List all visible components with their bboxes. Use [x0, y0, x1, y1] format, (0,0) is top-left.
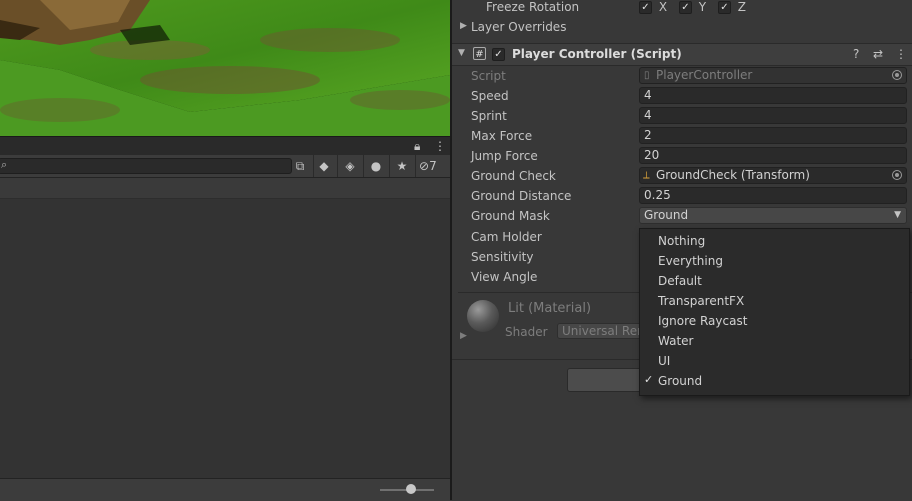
layer-mask-dropdown-menu: Nothing Everything Default TransparentFX…: [639, 228, 910, 396]
field-value: GroundCheck (Transform): [656, 168, 810, 182]
scene-view[interactable]: [0, 0, 450, 136]
dropdown-option-transparentfx[interactable]: TransparentFX: [640, 291, 909, 311]
object-picker-icon: [892, 70, 902, 80]
field-label: Script: [471, 69, 506, 83]
field-row-sprint: Sprint 4: [452, 106, 912, 126]
filter-by-label-icon[interactable]: ◈: [341, 158, 359, 174]
field-value: Ground: [644, 208, 689, 222]
ground-mask-dropdown[interactable]: Ground ▼: [639, 207, 907, 224]
component-header[interactable]: ▼ # ✓ Player Controller (Script) ? ⇄ ⋮: [452, 43, 912, 66]
freeze-rotation-row: Freeze Rotation ✓ X ✓ Y ✓ Z: [452, 0, 912, 17]
field-row-ground-distance: Ground Distance 0.25: [452, 186, 912, 206]
field-label: Jump Force: [471, 149, 538, 163]
option-label: Ignore Raycast: [658, 314, 748, 328]
field-label: Ground Distance: [471, 189, 572, 203]
option-label: Default: [658, 274, 702, 288]
project-window-header: 🔒︎ ⋮: [0, 136, 450, 156]
field-label: Cam Holder: [471, 230, 542, 244]
presets-icon[interactable]: ⇄: [873, 47, 883, 61]
search-icon: ⌕: [1, 158, 8, 171]
project-footer: [0, 478, 450, 501]
component-title: Player Controller (Script): [512, 47, 682, 61]
chevron-down-icon: ▼: [894, 210, 901, 220]
foldout-arrow-icon[interactable]: ▶: [460, 331, 467, 341]
ground-distance-input[interactable]: 0.25: [639, 187, 907, 204]
dropdown-option-nothing[interactable]: Nothing: [640, 231, 909, 251]
project-assets-area[interactable]: [0, 199, 450, 478]
max-force-input[interactable]: 2: [639, 127, 907, 144]
field-label: View Angle: [471, 270, 538, 284]
project-toolbar: ⌕ ⧉ ◆ ◈ ● ★ ⊘7: [0, 155, 450, 178]
field-label: Speed: [471, 89, 509, 103]
freeze-y-checkbox[interactable]: ✓: [678, 1, 692, 14]
option-label: Everything: [658, 254, 723, 268]
field-row-ground-mask: Ground Mask Ground ▼: [452, 206, 912, 226]
freeze-x-label: X: [658, 0, 668, 14]
freeze-x-checkbox[interactable]: ✓: [639, 1, 652, 14]
script-icon: #: [473, 47, 486, 60]
shader-label: Shader: [505, 325, 548, 339]
field-label: Max Force: [471, 129, 533, 143]
field-row-ground-check: Ground Check ⟂ GroundCheck (Transform): [452, 166, 912, 186]
freeze-y-label: Y: [698, 0, 707, 14]
field-row-speed: Speed 4: [452, 86, 912, 106]
speed-input[interactable]: 4: [639, 87, 907, 104]
lock-icon[interactable]: 🔒︎: [414, 139, 420, 154]
filter-by-type-icon[interactable]: ◆: [315, 158, 333, 174]
breadcrumb: [0, 178, 450, 199]
option-label: Ground: [658, 374, 703, 388]
field-value: PlayerController: [656, 68, 753, 82]
log-types-icon[interactable]: ●: [367, 158, 385, 174]
material-preview-sphere: [467, 300, 499, 332]
add-component-button[interactable]: [567, 368, 649, 392]
foldout-arrow-icon[interactable]: ▼: [458, 48, 465, 58]
material-name: Lit (Material): [508, 301, 592, 316]
ground-check-object-field[interactable]: ⟂ GroundCheck (Transform): [639, 167, 907, 184]
dropdown-option-ground[interactable]: ✓ Ground: [640, 371, 909, 391]
freeze-rotation-label: Freeze Rotation: [486, 0, 580, 14]
search-by-type-icon[interactable]: ⧉: [291, 158, 309, 174]
script-file-icon: ▯: [644, 70, 650, 81]
object-picker-icon[interactable]: [892, 170, 902, 180]
option-label: TransparentFX: [658, 294, 745, 308]
dropdown-option-ignore-raycast[interactable]: Ignore Raycast: [640, 311, 909, 331]
script-object-field: ▯ PlayerController: [639, 67, 907, 84]
field-label: Sprint: [471, 109, 507, 123]
layer-overrides-foldout[interactable]: ▶ Layer Overrides: [452, 17, 912, 37]
hidden-count: 7: [429, 159, 437, 173]
eye-hidden-icon: ⊘: [419, 159, 430, 173]
hidden-packages-toggle[interactable]: ⊘7: [419, 158, 447, 174]
dropdown-option-water[interactable]: Water: [640, 331, 909, 351]
field-label: Ground Check: [471, 169, 556, 183]
favorites-star-icon[interactable]: ★: [393, 158, 411, 174]
foldout-arrow-icon: ▶: [460, 21, 467, 31]
more-options-icon[interactable]: ⋮: [434, 139, 446, 153]
option-label: UI: [658, 354, 671, 368]
transform-icon: ⟂: [643, 170, 650, 181]
help-icon[interactable]: ?: [853, 47, 859, 61]
field-row-script: Script ▯ PlayerController: [452, 66, 912, 86]
freeze-z-checkbox[interactable]: ✓: [717, 1, 731, 14]
field-label: Ground Mask: [471, 209, 550, 223]
dropdown-option-ui[interactable]: UI: [640, 351, 909, 371]
dropdown-option-everything[interactable]: Everything: [640, 251, 909, 271]
scene-terrain-render: [0, 0, 450, 136]
component-menu-icon[interactable]: ⋮: [895, 47, 907, 61]
search-input[interactable]: ⌕: [0, 158, 292, 174]
option-label: Nothing: [658, 234, 706, 248]
field-row-max-force: Max Force 2: [452, 126, 912, 146]
icon-size-slider-thumb[interactable]: [406, 484, 416, 494]
field-label: Sensitivity: [471, 250, 534, 264]
freeze-z-label: Z: [737, 0, 746, 14]
component-enabled-checkbox[interactable]: ✓: [492, 48, 505, 61]
sprint-input[interactable]: 4: [639, 107, 907, 124]
checkmark-icon: ✓: [644, 373, 654, 386]
layer-overrides-label: Layer Overrides: [471, 20, 567, 34]
option-label: Water: [658, 334, 694, 348]
dropdown-option-default[interactable]: Default: [640, 271, 909, 291]
field-row-jump-force: Jump Force 20: [452, 146, 912, 166]
jump-force-input[interactable]: 20: [639, 147, 907, 164]
